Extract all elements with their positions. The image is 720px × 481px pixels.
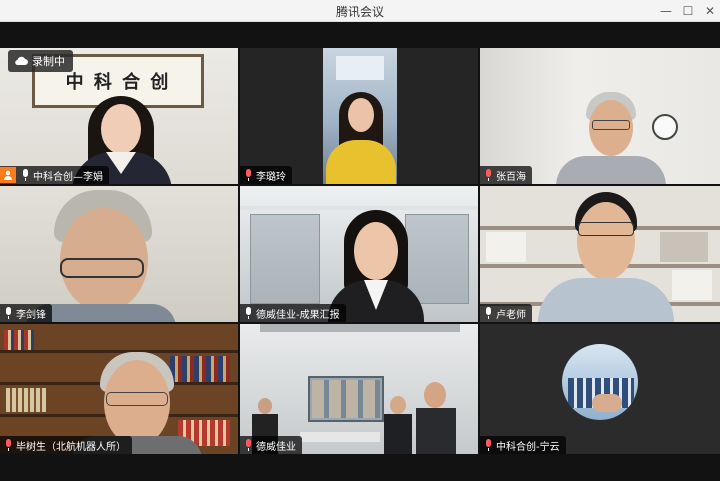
participant-name-tag: 卢老师: [480, 304, 532, 322]
microphone-muted-icon: [4, 439, 13, 451]
window-title: 腾讯会议: [335, 5, 384, 19]
video-tile[interactable]: 中科合创-宁云: [480, 324, 720, 454]
wall-clock: [652, 114, 678, 140]
participant-name-tag: 中科合创—李娟: [0, 166, 109, 184]
microphone-icon: [484, 307, 493, 319]
avatar: [562, 344, 638, 420]
close-icon[interactable]: ✕: [699, 2, 720, 20]
participant-name-tag: 毕树生（北航机器人所）: [0, 436, 132, 454]
microphone-icon: [4, 307, 13, 319]
participant-name-tag: 李璐玲: [240, 166, 292, 184]
video-tile[interactable]: 李璐玲: [240, 48, 478, 184]
microphone-muted-icon: [244, 439, 253, 451]
participant-name-tag: 德威佳业-成果汇报: [240, 304, 346, 322]
microphone-muted-icon: [484, 169, 493, 181]
video-grid: 录制中 中 科 合 创 中科合创—李娟 李璐玲 张百海 李剑锋 德威佳业-成果汇…: [0, 22, 720, 481]
participant-name-tag: 中科合创-宁云: [480, 436, 566, 454]
host-icon: [0, 167, 16, 183]
participant-name-tag: 张百海: [480, 166, 532, 184]
maximize-icon[interactable]: ☐: [677, 2, 699, 20]
video-tile[interactable]: 卢老师: [480, 186, 720, 322]
title-bar: 腾讯会议 — ☐ ✕: [0, 0, 720, 22]
video-tile[interactable]: 德威佳业-成果汇报: [240, 186, 478, 322]
recording-badge[interactable]: 录制中: [8, 50, 73, 72]
video-tile[interactable]: 毕树生（北航机器人所）: [0, 324, 238, 454]
recording-label: 录制中: [32, 55, 65, 68]
microphone-icon: [21, 169, 30, 181]
participant-name-tag: 李剑锋: [0, 304, 52, 322]
cloud-record-icon: [15, 56, 28, 66]
video-tile-active-speaker[interactable]: 张百海: [480, 48, 720, 184]
video-tile[interactable]: 德威佳业: [240, 324, 478, 454]
microphone-muted-icon: [484, 439, 493, 451]
microphone-muted-icon: [244, 169, 253, 181]
minimize-icon[interactable]: —: [655, 2, 677, 20]
participant-name-tag: 德威佳业: [240, 436, 302, 454]
video-tile[interactable]: 李剑锋: [0, 186, 238, 322]
microphone-icon: [244, 307, 253, 319]
